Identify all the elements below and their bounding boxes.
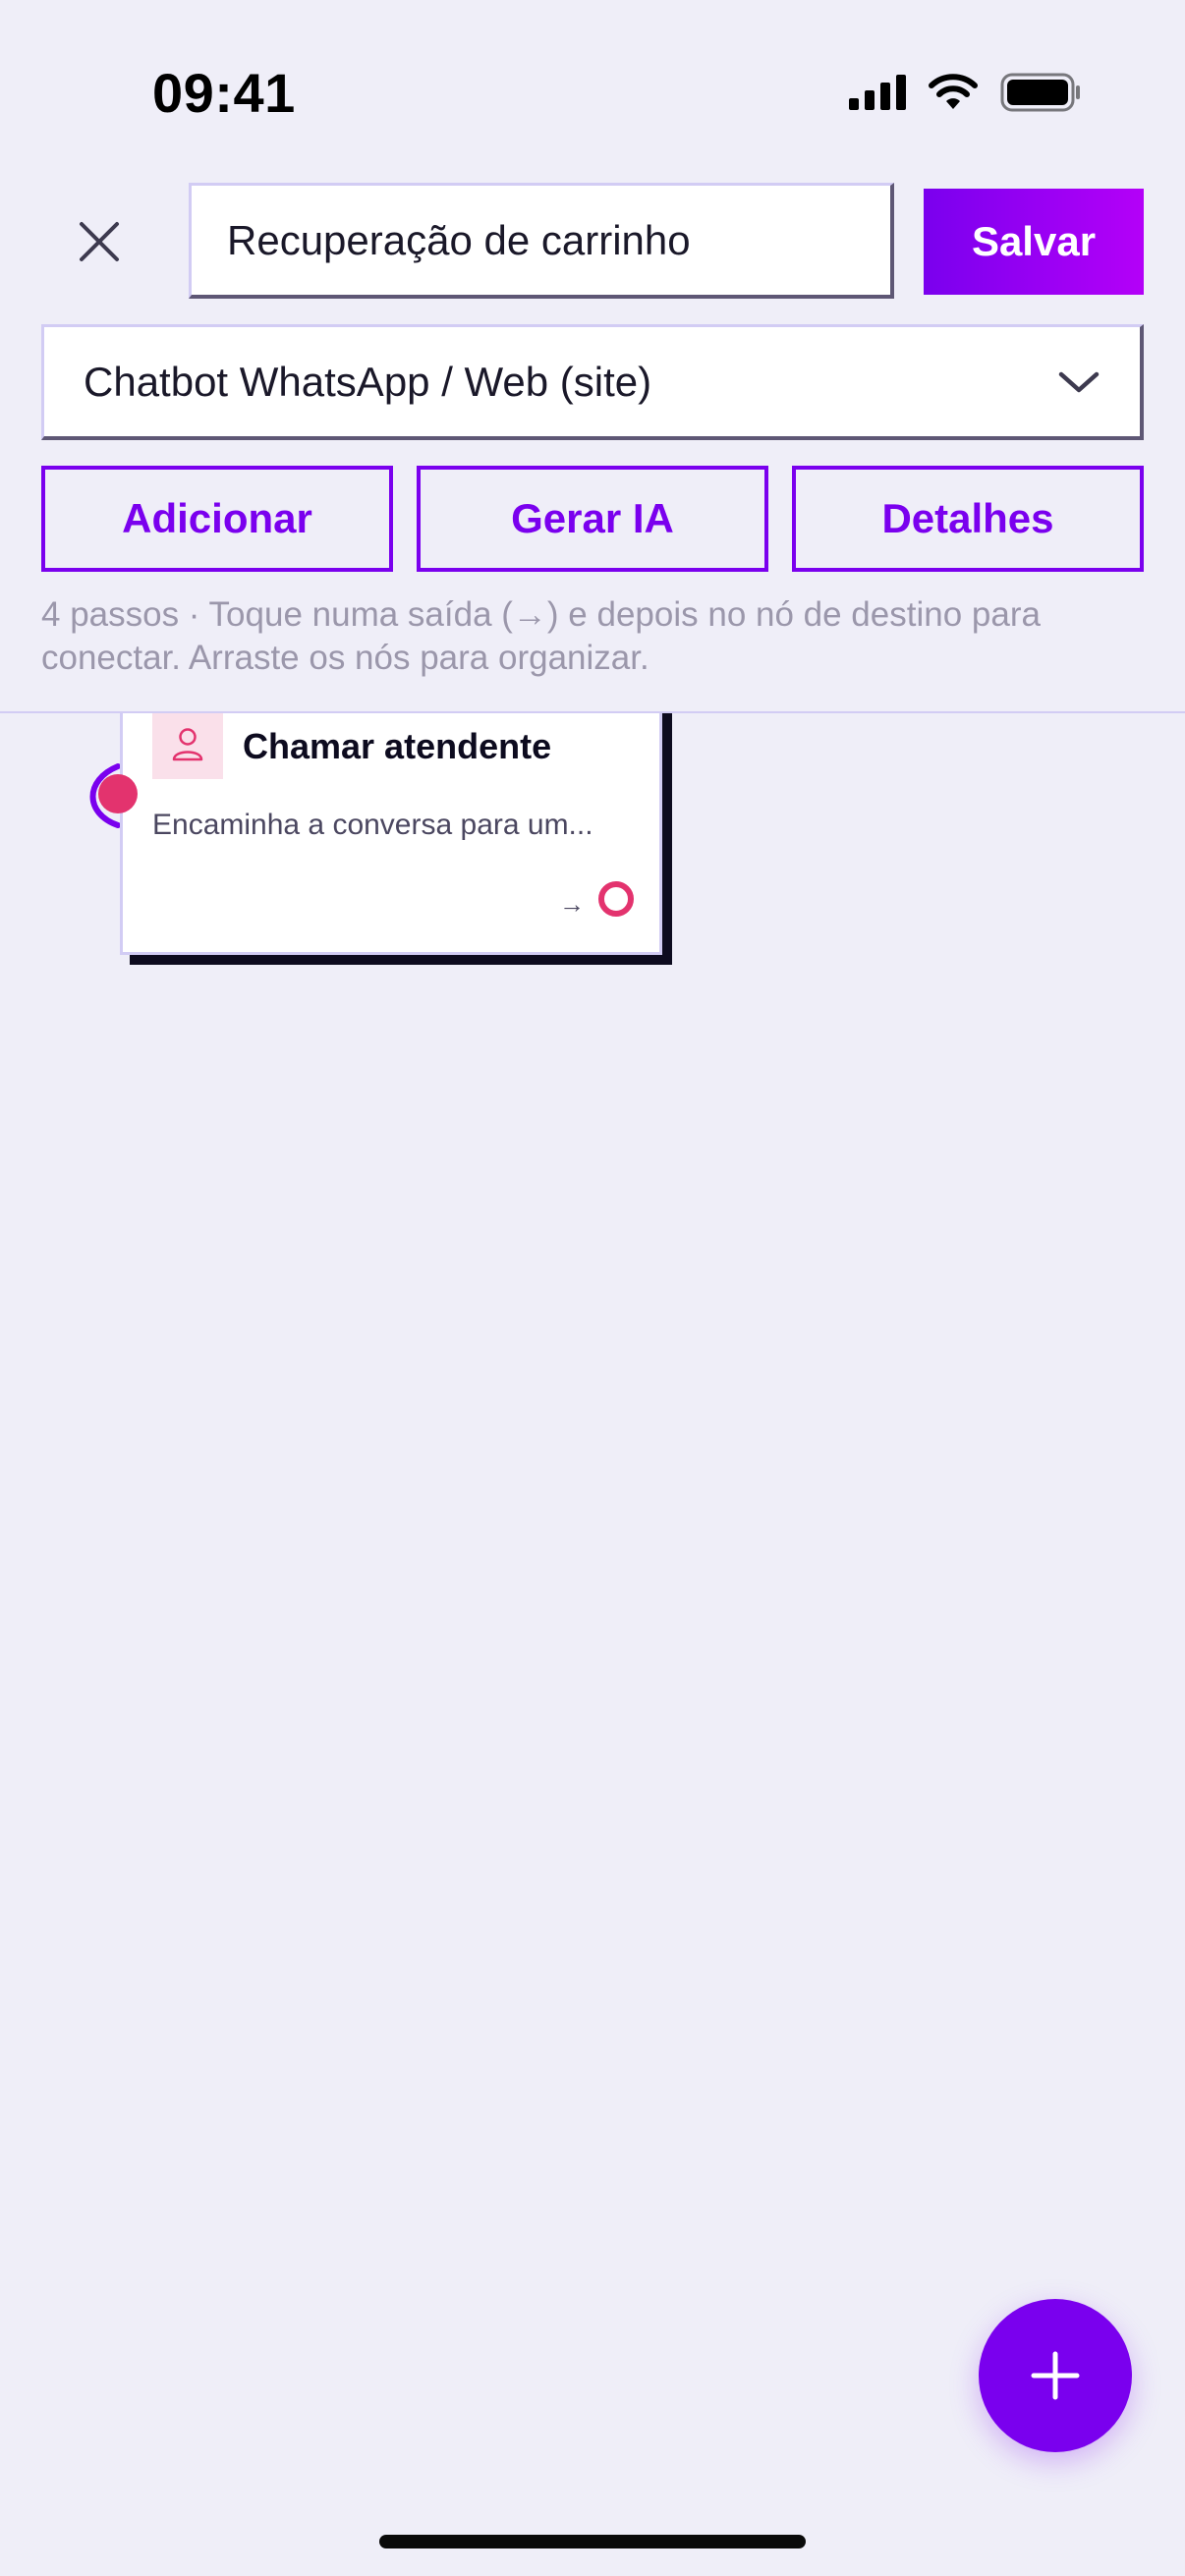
home-indicator [379,2535,806,2548]
generate-ai-button[interactable]: Gerar IA [417,466,768,572]
channel-select[interactable]: Chatbot WhatsApp / Web (site) [41,324,1144,440]
wifi-icon [929,74,978,109]
battery-icon [1000,73,1080,112]
flow-canvas[interactable]: Chamar atendente Encaminha a conversa pa… [0,713,1185,2576]
action-toolbar: Adicionar Gerar IA Detalhes [41,466,1144,572]
flow-node-chamar-atendente[interactable]: Chamar atendente Encaminha a conversa pa… [120,713,662,955]
node-icon-container [152,713,223,779]
node-output-port[interactable] [598,881,634,917]
person-icon [172,728,203,761]
node-title: Chamar atendente [243,726,552,766]
add-node-fab[interactable] [979,2299,1132,2452]
node-output-arrow: → [559,889,585,919]
plus-icon [1031,2351,1080,2400]
cellular-signal-icon [849,75,906,110]
status-bar: 09:41 [0,0,1185,187]
flow-title-input[interactable] [189,183,894,299]
save-button[interactable]: Salvar [924,189,1144,295]
details-button[interactable]: Detalhes [792,466,1144,572]
channel-select-value: Chatbot WhatsApp / Web (site) [84,358,652,405]
instructions-hint: 4 passos · Toque numa saída (→) e depois… [41,595,1041,677]
add-button[interactable]: Adicionar [41,466,393,572]
status-time: 09:41 [152,62,296,124]
node-input-port[interactable] [98,774,138,813]
node-description: Encaminha a conversa para um... [152,809,593,841]
status-icons [849,73,1081,112]
close-button[interactable] [59,201,140,282]
close-icon [80,222,119,261]
chevron-down-icon [1058,371,1100,392]
